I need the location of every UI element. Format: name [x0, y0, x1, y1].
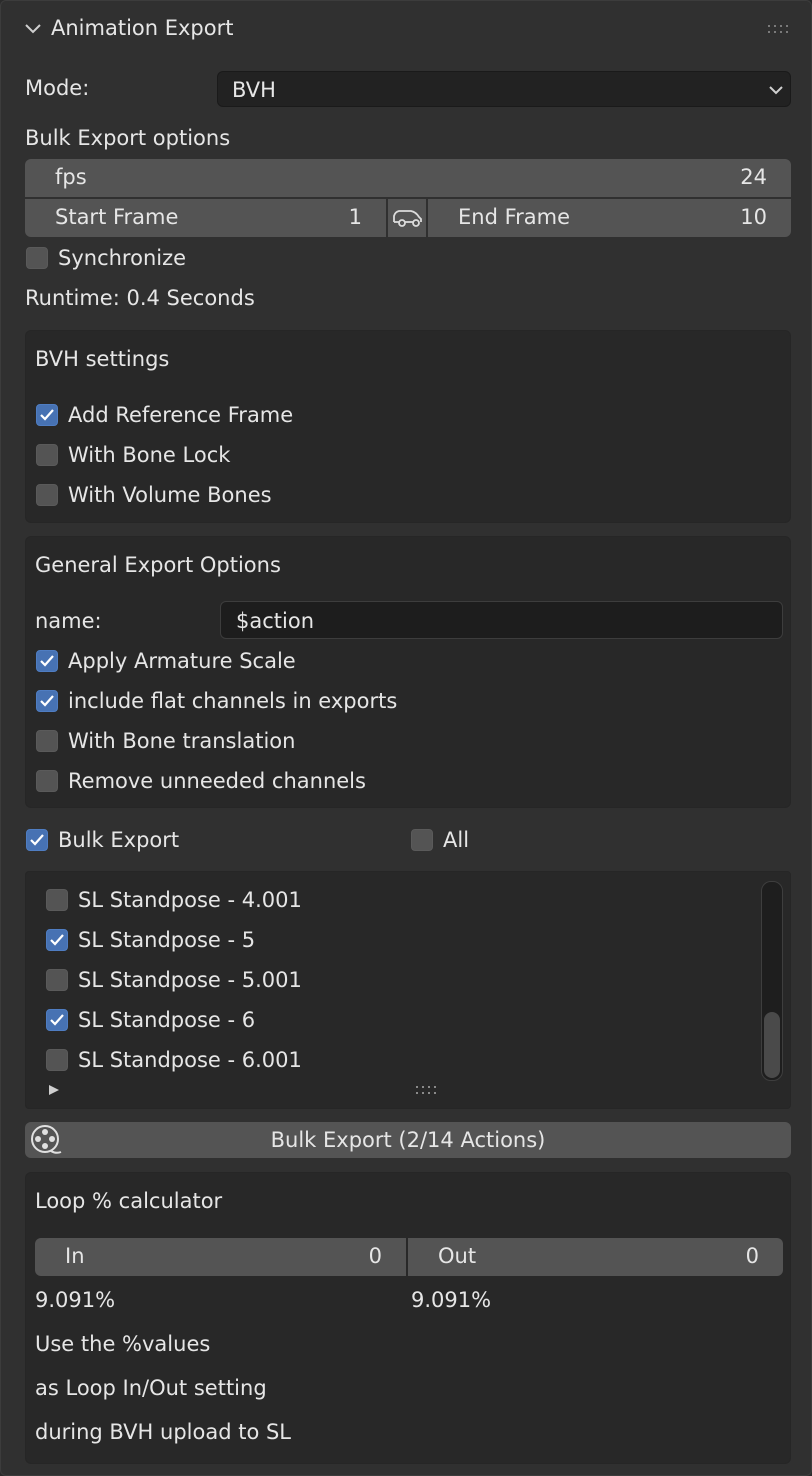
- fps-field[interactable]: fps 24: [25, 159, 791, 197]
- chevron-down-icon: [769, 86, 783, 95]
- grip-icon[interactable]: [767, 23, 791, 35]
- action-item-checkbox[interactable]: [46, 969, 68, 991]
- checkmark-icon: [30, 834, 44, 846]
- bulk-options-title: Bulk Export options: [25, 126, 231, 150]
- bvh-settings-box: BVH settings Add Reference Frame With Bo…: [25, 330, 791, 523]
- actions-list: SL Standpose - 4.001 SL Standpose - 5 SL…: [25, 871, 791, 1109]
- checkmark-icon: [40, 655, 54, 667]
- action-item-checkbox[interactable]: [46, 889, 68, 911]
- loop-out-field[interactable]: Out 0: [408, 1238, 783, 1276]
- with-bone-translation-checkbox[interactable]: [36, 730, 58, 752]
- start-frame-value: 1: [348, 205, 362, 229]
- loop-in-label: In: [65, 1244, 85, 1268]
- bulk-export-checkbox[interactable]: [26, 829, 48, 851]
- action-item-checkbox[interactable]: [46, 1049, 68, 1071]
- animation-export-panel: Animation Export Mode: BVH Bulk Export o…: [0, 0, 812, 1476]
- mode-label: Mode:: [25, 76, 90, 100]
- name-value: $action: [236, 609, 315, 633]
- action-item-checkbox[interactable]: [46, 929, 68, 951]
- remove-unneeded-channels-label: Remove unneeded channels: [68, 769, 366, 793]
- panel-title[interactable]: Animation Export: [51, 18, 233, 39]
- loop-in-field[interactable]: In 0: [35, 1238, 406, 1276]
- with-volume-bones-checkbox[interactable]: [36, 484, 58, 506]
- checkmark-icon: [40, 409, 54, 421]
- expand-triangle-icon[interactable]: [47, 1083, 61, 1097]
- end-frame-value: 10: [740, 205, 767, 229]
- checkmark-icon: [50, 1014, 64, 1026]
- apply-armature-scale-checkbox[interactable]: [36, 650, 58, 672]
- general-options-box: General Export Options name: $action App…: [25, 536, 791, 808]
- action-item-checkbox[interactable]: [46, 1009, 68, 1031]
- fps-value: 24: [740, 165, 767, 189]
- sync-link-button[interactable]: [388, 199, 426, 237]
- loop-note-line-1: Use the %values: [35, 1332, 211, 1356]
- loop-in-value: 0: [368, 1244, 382, 1268]
- synchronize-label: Synchronize: [58, 246, 187, 270]
- end-frame-field[interactable]: End Frame 10: [428, 199, 791, 237]
- runtime-text: Runtime: 0.4 Seconds: [25, 286, 255, 310]
- with-volume-bones-label: With Volume Bones: [68, 483, 272, 507]
- all-label: All: [443, 828, 470, 852]
- name-label: name:: [35, 609, 102, 633]
- with-bone-lock-checkbox[interactable]: [36, 444, 58, 466]
- list-scrollbar[interactable]: [761, 881, 783, 1081]
- loop-out-label: Out: [438, 1244, 477, 1268]
- loop-calculator-box: Loop % calculator In 0 Out 0 9.091% 9.09…: [25, 1172, 791, 1464]
- loop-in-percent: 9.091%: [35, 1288, 116, 1312]
- bulk-export-button-label: Bulk Export (2/14 Actions): [270, 1128, 546, 1152]
- include-flat-channels-label: include flat channels in exports: [68, 689, 398, 713]
- loop-calc-title: Loop % calculator: [35, 1189, 223, 1213]
- fps-label: fps: [55, 165, 87, 189]
- loop-note-line-3: during BVH upload to SL: [35, 1420, 291, 1444]
- name-input[interactable]: $action: [220, 601, 783, 639]
- action-item-label[interactable]: SL Standpose - 5: [78, 930, 255, 951]
- with-bone-translation-label: With Bone translation: [68, 729, 296, 753]
- general-options-title: General Export Options: [35, 553, 281, 577]
- bulk-export-button[interactable]: Bulk Export (2/14 Actions): [25, 1122, 791, 1158]
- loop-out-value: 0: [745, 1244, 759, 1268]
- checkmark-icon: [50, 934, 64, 946]
- bulk-export-label: Bulk Export: [58, 828, 180, 852]
- include-flat-channels-checkbox[interactable]: [36, 690, 58, 712]
- synchronize-checkbox[interactable]: [26, 247, 48, 269]
- apply-armature-scale-label: Apply Armature Scale: [68, 649, 296, 673]
- resize-grip-icon[interactable]: [415, 1084, 439, 1096]
- mode-value: BVH: [232, 78, 276, 102]
- action-item-label[interactable]: SL Standpose - 6.001: [78, 1050, 302, 1071]
- loop-note-line-2: as Loop In/Out setting: [35, 1376, 267, 1400]
- mode-dropdown[interactable]: BVH: [217, 71, 791, 107]
- add-reference-frame-label: Add Reference Frame: [68, 403, 294, 427]
- action-item-label[interactable]: SL Standpose - 6: [78, 1010, 255, 1031]
- action-item-label[interactable]: SL Standpose - 4.001: [78, 890, 302, 911]
- with-bone-lock-label: With Bone Lock: [68, 443, 231, 467]
- chevron-down-icon[interactable]: [23, 21, 43, 37]
- checkmark-icon: [40, 695, 54, 707]
- start-frame-label: Start Frame: [55, 205, 179, 229]
- all-checkbox[interactable]: [411, 829, 433, 851]
- remove-unneeded-channels-checkbox[interactable]: [36, 770, 58, 792]
- end-frame-label: End Frame: [458, 205, 571, 229]
- car-link-icon: [393, 210, 422, 227]
- bvh-settings-title: BVH settings: [35, 347, 170, 371]
- loop-out-percent: 9.091%: [411, 1288, 492, 1312]
- start-frame-field[interactable]: Start Frame 1: [25, 199, 386, 237]
- action-item-label[interactable]: SL Standpose - 5.001: [78, 970, 302, 991]
- add-reference-frame-checkbox[interactable]: [36, 404, 58, 426]
- scrollbar-thumb[interactable]: [764, 1012, 780, 1078]
